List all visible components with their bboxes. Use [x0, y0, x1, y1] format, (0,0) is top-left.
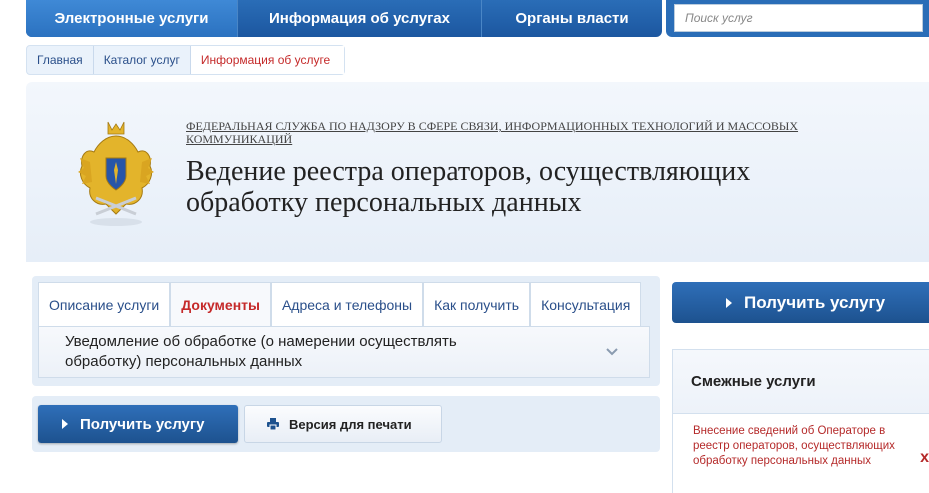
get-service-button-label: Получить услугу [80, 415, 205, 433]
related-service-link[interactable]: Внесение сведений об Операторе в реестр … [693, 425, 895, 467]
close-icon[interactable]: x [920, 450, 929, 466]
play-arrow-icon [726, 297, 732, 308]
breadcrumb-current: Информация об услуге [190, 46, 345, 74]
page-title-line-2: обработку персональных данных [186, 187, 582, 218]
nav-item-e-services[interactable]: Электронные услуги [26, 0, 238, 37]
get-service-main-button[interactable]: Получить услугу [672, 282, 929, 323]
print-version-button[interactable]: Версия для печати [244, 405, 442, 443]
service-header: Федеральная служба по надзору в сфере св… [26, 82, 929, 262]
get-service-button[interactable]: Получить услугу [38, 405, 238, 443]
accordion-title-line-1: Уведомление об обработке (о намерении ос… [65, 333, 457, 350]
search-box [666, 0, 929, 37]
tab-consultation[interactable]: Консультация [530, 282, 642, 326]
play-arrow-icon [62, 419, 68, 429]
accordion-title: Уведомление об обработке (о намерении ос… [65, 332, 457, 372]
tab-bar: Описание услуги Документы Адреса и телеф… [38, 282, 642, 326]
breadcrumb-catalog[interactable]: Каталог услуг [94, 46, 191, 74]
tab-how-to-get[interactable]: Как получить [423, 282, 531, 326]
nav-item-authorities[interactable]: Органы власти [482, 0, 662, 37]
breadcrumb-home[interactable]: Главная [27, 46, 94, 74]
page-title: Ведение реестра операторов, осуществляющ… [186, 156, 886, 218]
tab-description[interactable]: Описание услуги [38, 282, 171, 326]
search-input[interactable] [674, 4, 923, 32]
related-services-heading: Смежные услуги [673, 350, 929, 414]
related-services: Смежные услуги Внесение сведений об Опер… [672, 349, 929, 493]
get-service-main-label: Получить услугу [744, 292, 886, 312]
nav-item-service-info[interactable]: Информация об услугах [238, 0, 482, 37]
tab-addresses[interactable]: Адреса и телефоны [270, 282, 424, 326]
document-accordion[interactable]: Уведомление об обработке (о намерении ос… [38, 326, 650, 378]
chevron-down-icon[interactable] [603, 343, 621, 361]
related-service-item[interactable]: Внесение сведений об Операторе в реестр … [673, 414, 929, 493]
breadcrumb: Главная Каталог услуг Информация об услу… [26, 45, 346, 75]
top-nav: Электронные услуги Информация об услугах… [26, 0, 662, 37]
service-tabs-panel: Описание услуги Документы Адреса и телеф… [32, 276, 660, 386]
tab-documents[interactable]: Документы [170, 282, 271, 326]
action-bar: Получить услугу Версия для печати [32, 396, 660, 452]
page-title-line-1: Ведение реестра операторов, осуществляющ… [186, 156, 751, 187]
print-version-label: Версия для печати [289, 416, 412, 432]
emblem-icon [78, 121, 154, 226]
agency-link[interactable]: Федеральная служба по надзору в сфере св… [186, 120, 866, 146]
accordion-title-line-2: обработку) персональных данных [65, 353, 303, 370]
printer-icon [267, 418, 279, 430]
